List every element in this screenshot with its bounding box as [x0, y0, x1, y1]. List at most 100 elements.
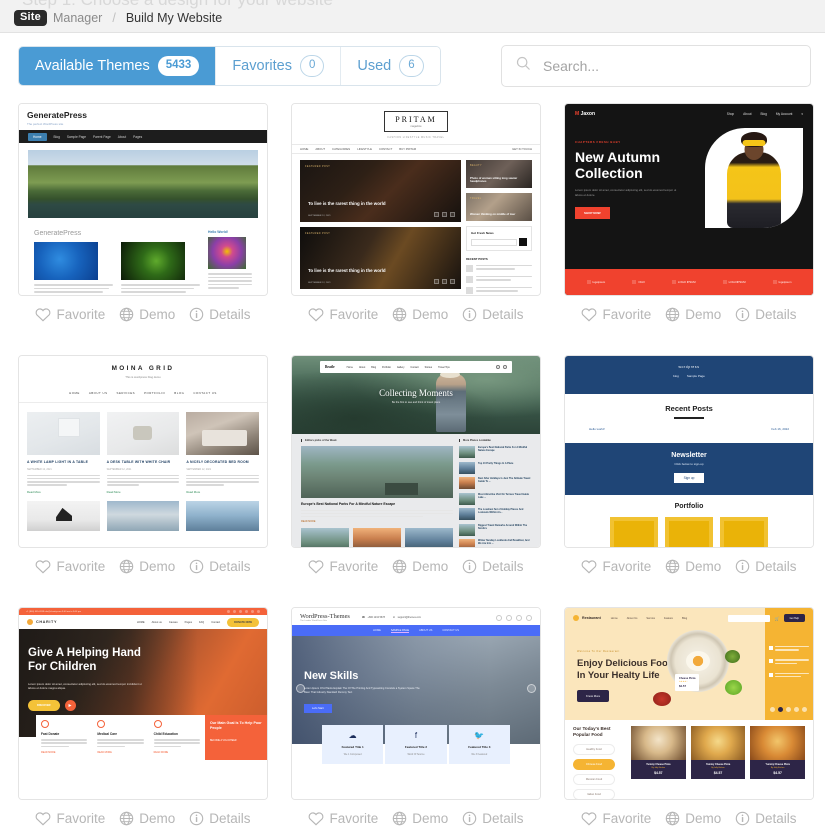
charity-nav-cta: DONATE NOW [227, 617, 259, 627]
wt-nav-item: SAMPLE PAGE [390, 628, 410, 633]
favorite-button[interactable]: Favorite [581, 559, 651, 574]
demo-button[interactable]: Demo [665, 811, 721, 826]
search-input[interactable] [541, 57, 796, 75]
moina-post-date: SEPTEMBER 12, 2021 [27, 467, 52, 471]
moina-post-image [186, 500, 260, 531]
favorite-button[interactable]: Favorite [35, 559, 105, 574]
card-actions: Favorite Demo Details [18, 296, 268, 332]
rest-food-image [631, 726, 686, 760]
theme-thumbnail-restaurant[interactable]: Restaurant Home About Us Service Feature… [564, 607, 814, 800]
pritam-email-input[interactable] [471, 238, 517, 246]
breadcrumb-current[interactable]: Build My Website [126, 11, 222, 25]
details-button[interactable]: Details [462, 811, 524, 826]
heart-icon [581, 559, 597, 574]
demo-button[interactable]: Demo [665, 307, 721, 322]
theme-card: PRITAM magazine FASHION LIFESTYLE MUSIC … [291, 103, 541, 332]
details-button[interactable]: Details [189, 811, 251, 826]
pritam-submit-button[interactable] [519, 238, 527, 246]
wp-portfolio-heading: Portfolio [674, 502, 704, 510]
jaxon-nav-item: My Account [775, 112, 793, 116]
wp-nav-item: Sample Page [686, 374, 705, 378]
rest-filter[interactable]: Mexican Food [573, 774, 615, 786]
moina-nav-item: CONTACT US [193, 391, 217, 395]
demo-button[interactable]: Demo [392, 559, 448, 574]
favorite-label: Favorite [602, 810, 652, 826]
details-button[interactable]: Details [189, 307, 251, 322]
heart-icon [35, 307, 51, 322]
rest-filter[interactable]: Italian Food [573, 789, 615, 799]
moina-nav-item: SERVICES [116, 391, 136, 395]
jaxon-headline: New Autumn Collection [575, 149, 661, 181]
charity-hero: Give A Helping Hand For Children Lorem i… [19, 629, 267, 760]
charity-logo: CHARITY [27, 619, 57, 625]
demo-button[interactable]: Demo [119, 559, 175, 574]
charity-feature-title: Fast Donate [41, 732, 60, 737]
cm-side-item: Most Attractive Visit On Terrace Travel … [478, 492, 529, 499]
tab-favorites[interactable]: Favorites 0 [216, 47, 342, 85]
favorite-button[interactable]: Favorite [581, 307, 651, 322]
pritam-featured-post: FEATURED POST To live is the rarest thin… [300, 227, 461, 289]
rest-food-price: $4.57 [654, 771, 663, 775]
cm-sidebar-label: More Places Lookalike [459, 439, 531, 442]
charity-topbar-text: +1 (800) 555-0199 info@charity.com 9:00 … [26, 610, 81, 613]
details-button[interactable]: Details [735, 559, 797, 574]
details-button[interactable]: Details [735, 307, 797, 322]
demo-button[interactable]: Demo [119, 307, 175, 322]
breadcrumb-manager[interactable]: Manager [53, 11, 102, 25]
pritam-nav-right: GET IN TOUCH [512, 147, 532, 151]
gp-hero-image [28, 150, 258, 218]
theme-card: Beatle Home About Blog Portfolio Gallery… [291, 355, 541, 584]
moina-read-more: Read More [27, 489, 41, 494]
rest-filter[interactable]: Healthy Food [573, 744, 615, 756]
demo-button[interactable]: Demo [119, 811, 175, 826]
moina-post-date: SEPTEMBER 12, 2021 [186, 467, 212, 471]
details-button[interactable]: Details [462, 307, 524, 322]
details-button[interactable]: Details [462, 559, 524, 574]
theme-thumbnail-charity[interactable]: +1 (800) 555-0199 info@charity.com 9:00 … [18, 607, 268, 800]
theme-thumbnail-wordpress-blue[interactable]: wordpress blog Sample Page Recent Posts … [564, 355, 814, 548]
theme-thumbnail-wordpress-themes[interactable]: WordPress-Themes The Leader WordPress Si… [291, 607, 541, 800]
rest-search-input[interactable] [727, 614, 770, 622]
rest-nav-item: Feature [664, 616, 673, 620]
theme-card: M Jaxon Shop About Blog My Account ▾ CHA… [564, 103, 814, 332]
cloud-icon: ☁ [348, 731, 357, 740]
jaxon-cta-button: SHOP NOW [575, 207, 610, 220]
tab-available-themes[interactable]: Available Themes 5433 [19, 47, 217, 85]
favorite-button[interactable]: Favorite [308, 811, 378, 826]
rest-filter[interactable]: Chinese Food [573, 759, 615, 771]
favorite-button[interactable]: Favorite [308, 307, 378, 322]
jaxon-hero-photo [705, 128, 803, 228]
theme-thumbnail-generatepress[interactable]: GeneratePress The perfect WordPress site… [18, 103, 268, 296]
charity-feature-card: Child Education READ MORE [148, 715, 205, 760]
favorite-button[interactable]: Favorite [581, 811, 651, 826]
demo-button[interactable]: Demo [392, 307, 448, 322]
demo-label: Demo [139, 558, 176, 574]
pritam-card-title: Women thinking on middle of tour [470, 212, 516, 217]
cm-hero-title: Collecting Moments [379, 388, 453, 398]
rest-food-item: Yummy Cheese Pizza By Jolly Kitchen $4.5… [750, 726, 806, 793]
theme-thumbnail-jaxon[interactable]: M Jaxon Shop About Blog My Account ▾ CHA… [564, 103, 814, 296]
globe-icon [665, 307, 680, 322]
wp-post-title: Hello world! [589, 426, 605, 431]
details-button[interactable]: Details [735, 811, 797, 826]
theme-card: WordPress-Themes The Leader WordPress Si… [291, 607, 541, 836]
demo-button[interactable]: Demo [392, 811, 448, 826]
details-button[interactable]: Details [189, 559, 251, 574]
jaxon-brand: LOGOIPSUM [722, 280, 746, 284]
demo-button[interactable]: Demo [665, 559, 721, 574]
tab-used[interactable]: Used 6 [341, 47, 440, 85]
favorite-button[interactable]: Favorite [35, 307, 105, 322]
charity-panel-link: BECOME A VOLUNTEER [209, 739, 237, 742]
theme-thumbnail-moina-grid[interactable]: MOINA GRID This is wordpress blog demo H… [18, 355, 268, 548]
heart-icon [581, 307, 597, 322]
search-box[interactable] [501, 45, 811, 87]
pritam-nav: HOME ABOUT CATEGORIES LIFESTYLE CONTACT … [292, 144, 540, 154]
favorite-button[interactable]: Favorite [308, 559, 378, 574]
rest-carousel-dots [770, 707, 807, 712]
theme-thumbnail-pritam[interactable]: PRITAM magazine FASHION LIFESTYLE MUSIC … [291, 103, 541, 296]
theme-thumbnail-collecting-moments[interactable]: Beatle Home About Blog Portfolio Gallery… [291, 355, 541, 548]
globe-icon [665, 811, 680, 826]
favorite-button[interactable]: Favorite [35, 811, 105, 826]
favorite-label: Favorite [329, 558, 379, 574]
wp-recent-heading: Recent Posts [665, 404, 713, 413]
